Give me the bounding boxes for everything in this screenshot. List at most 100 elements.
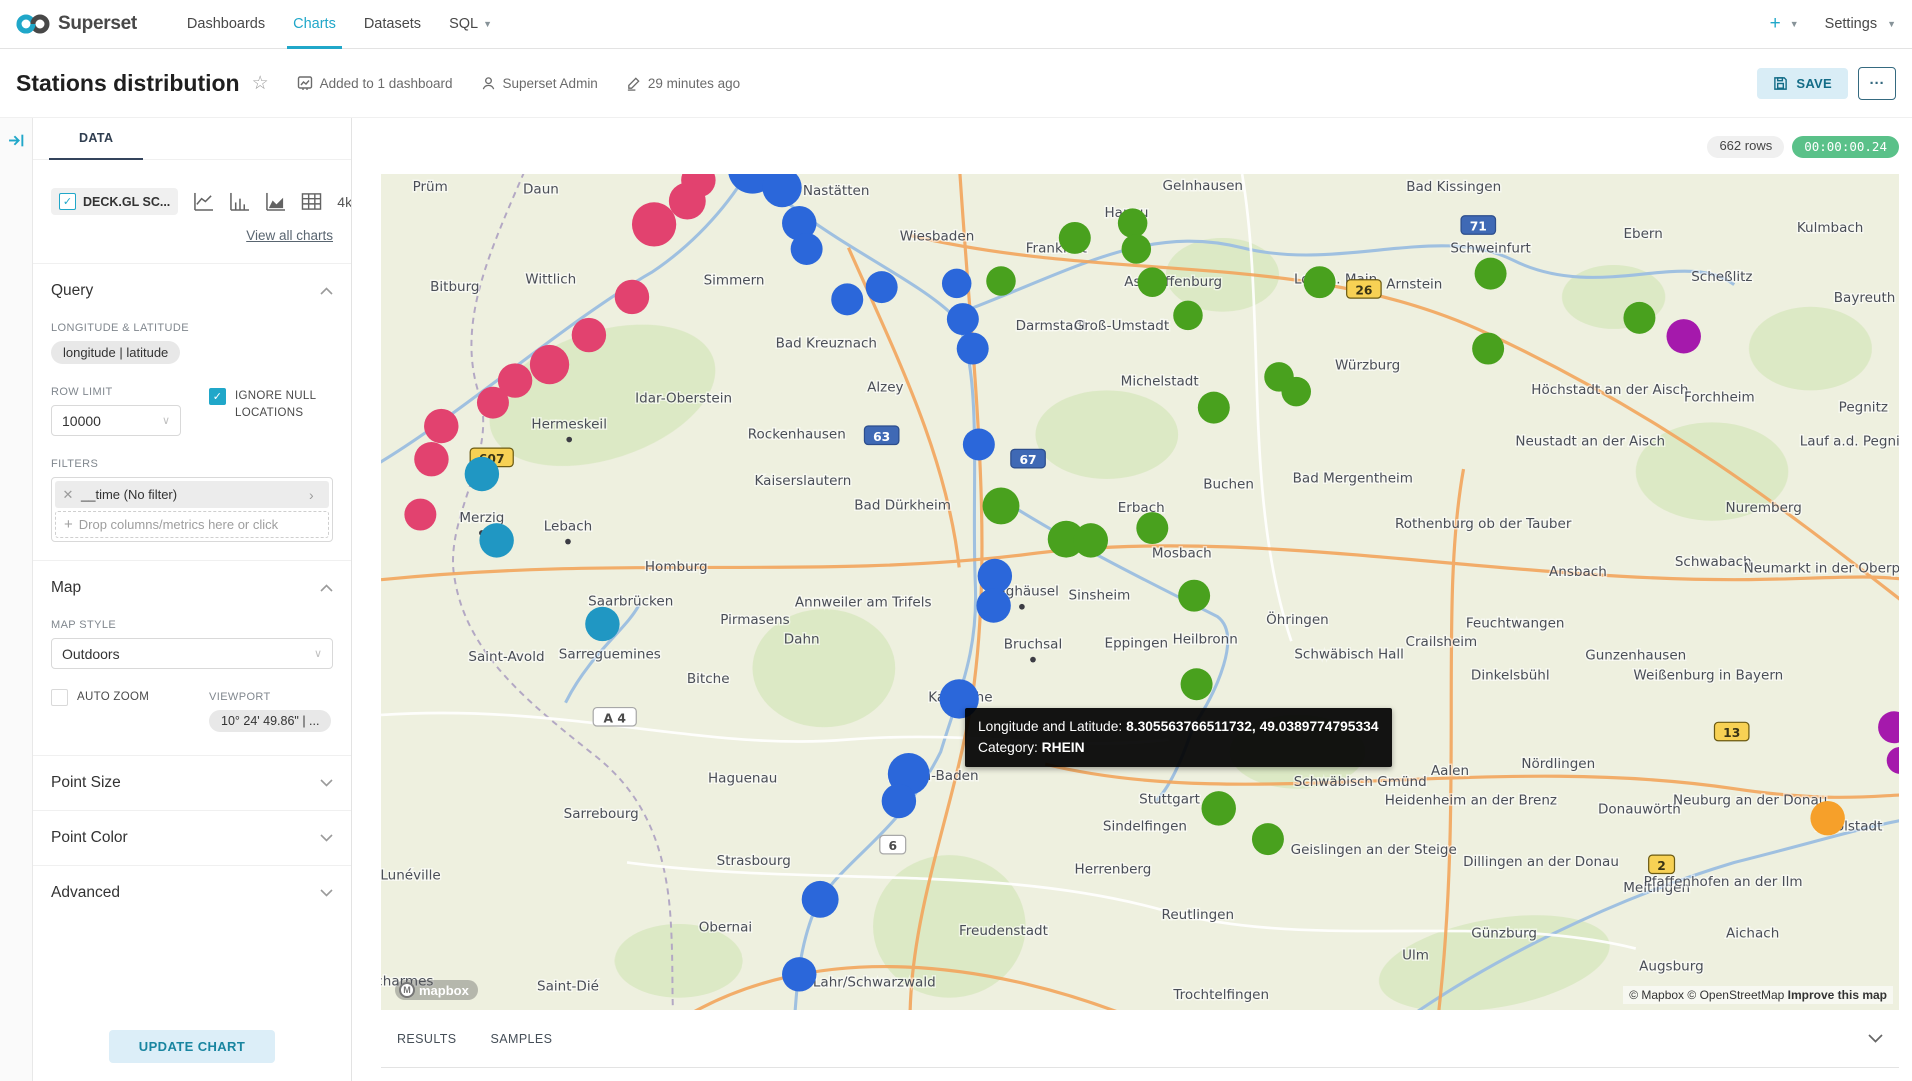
collapse-results-icon[interactable] [1868,1034,1883,1043]
nav-datasets[interactable]: Datasets [350,0,435,48]
svg-text:Aichach: Aichach [1726,925,1779,941]
scatter-point-rhein[interactable] [866,271,898,303]
tab-results[interactable]: RESULTS [397,1032,457,1046]
mapbox-logo[interactable]: M mapbox [395,980,478,1000]
scatter-point-main-neckar[interactable] [1118,208,1148,238]
owner[interactable]: Superset Admin [481,76,598,91]
auto-zoom-checkbox[interactable] [51,689,68,706]
scatter-point-rhein[interactable] [762,174,801,207]
scatter-point-mosel[interactable] [477,387,509,419]
ignore-null-checkbox-row[interactable]: ✓ IGNORE NULL LOCATIONS [209,388,333,423]
section-map[interactable]: Map [51,579,333,597]
scatter-point-rhein[interactable] [947,303,979,335]
scatter-point-main-neckar[interactable] [1178,580,1210,612]
superset-brand[interactable]: Superset [16,0,137,48]
svg-text:Mosbach: Mosbach [1152,546,1212,562]
nav-dashboards[interactable]: Dashboards [173,0,279,48]
update-chart-button[interactable]: UPDATE CHART [109,1030,275,1063]
scatter-point-mosel[interactable] [404,499,436,531]
expand-panel-icon[interactable] [8,132,25,149]
section-query[interactable]: Query [51,282,333,300]
nav-charts[interactable]: Charts [279,0,350,48]
scatter-point-regnitz[interactable] [1878,711,1899,743]
tab-samples[interactable]: SAMPLES [491,1032,553,1046]
filter-chip-time[interactable]: ✕ __time (No filter) › [55,481,329,508]
line-chart-icon[interactable] [193,192,214,211]
favorite-star-icon[interactable]: ☆ [252,72,269,95]
scatter-point-rhein[interactable] [802,881,839,918]
remove-filter-icon[interactable]: ✕ [55,487,81,503]
scatter-point-main-neckar[interactable] [1252,823,1284,855]
scatter-point-mosel[interactable] [572,318,606,352]
scatter-point-rhein[interactable] [976,588,1010,622]
scatter-point-main-neckar[interactable] [1472,333,1504,365]
scatter-point-mosel[interactable] [615,280,649,314]
area-chart-icon[interactable] [265,192,286,211]
scatter-point-main-neckar[interactable] [1173,301,1203,331]
scatter-point-main-neckar[interactable] [1202,791,1236,825]
deckgl-scatter-map[interactable]: PrümDaunNastättenGelnhausenBad Kissingen… [381,174,1899,1010]
auto-zoom-checkbox-row[interactable]: AUTO ZOOM [51,689,181,706]
svg-text:Ansbach: Ansbach [1549,564,1607,580]
scatter-point-rhein[interactable] [942,269,972,299]
scatter-point-main-neckar[interactable] [1074,523,1108,557]
scatter-point-rhein[interactable] [957,333,989,365]
scatter-point-rhein[interactable] [978,559,1012,593]
lonlat-value-pill[interactable]: longitude | latitude [51,341,180,364]
scatter-point-main-neckar[interactable] [1198,392,1230,424]
attrib-osm[interactable]: © OpenStreetMap [1687,988,1784,1002]
scatter-point-main-neckar[interactable] [1138,267,1168,297]
scatter-point-mosel[interactable] [632,202,676,246]
bar-chart-icon[interactable] [229,192,250,211]
section-point-size[interactable]: Point Size [51,774,333,792]
caret-down-icon: ▼ [1887,19,1896,29]
scatter-point-mosel[interactable] [530,345,569,384]
scatter-point-saar[interactable] [585,607,619,641]
table-icon[interactable] [301,192,322,211]
viz-type-selected[interactable]: ✓ DECK.GL SC... [51,188,178,215]
improve-map-link[interactable]: Improve this map [1788,988,1887,1002]
settings-menu[interactable]: Settings▼ [1825,16,1896,32]
scatter-point-rhein[interactable] [882,784,916,818]
scatter-point-main-neckar[interactable] [1181,668,1213,700]
scatter-point-main-neckar[interactable] [1281,377,1311,407]
svg-text:Heidenheim an der Brenz: Heidenheim an der Brenz [1385,793,1557,809]
scatter-point-mosel[interactable] [669,183,706,220]
scatter-point-main-neckar[interactable] [1475,258,1507,290]
section-advanced[interactable]: Advanced [51,884,333,902]
scatter-point-regnitz[interactable] [1667,319,1701,353]
viewport-value-pill[interactable]: 10° 24' 49.86" | ... [209,710,331,732]
viz-4k-option[interactable]: 4k [337,194,351,210]
more-actions-button[interactable]: ··· [1858,67,1896,100]
drop-columns-zone[interactable]: + Drop columns/metrics here or click [55,511,329,538]
scatter-point-main-neckar[interactable] [1304,266,1336,298]
scatter-point-donau[interactable] [1810,801,1844,835]
scatter-point-main-neckar[interactable] [1122,234,1152,264]
tab-data[interactable]: DATA [49,118,143,160]
scatter-point-mosel[interactable] [424,409,458,443]
added-to-dashboard[interactable]: Added to 1 dashboard [297,75,453,91]
scatter-point-main-neckar[interactable] [1623,302,1655,334]
scatter-point-saar[interactable] [465,457,499,491]
section-point-color[interactable]: Point Color [51,829,333,847]
nav-sql[interactable]: SQL▼ [435,0,506,48]
scatter-point-rhein[interactable] [963,428,995,460]
map-style-select[interactable]: Outdoors ∨ [51,638,333,669]
scatter-point-main-neckar[interactable] [1059,222,1091,254]
ignore-null-checkbox[interactable]: ✓ [209,388,226,405]
view-all-charts-link[interactable]: View all charts [246,228,333,243]
scatter-point-regnitz[interactable] [1887,747,1899,774]
row-limit-select[interactable]: 10000 ∨ [51,405,181,436]
last-modified[interactable]: 29 minutes ago [626,76,740,91]
scatter-point-mosel[interactable] [414,442,448,476]
save-button[interactable]: SAVE [1757,68,1848,99]
scatter-point-rhein[interactable] [791,233,823,265]
scatter-point-rhein[interactable] [831,283,863,315]
scatter-point-main-neckar[interactable] [1136,512,1168,544]
scatter-point-rhein[interactable] [782,957,816,991]
attrib-mapbox[interactable]: © Mapbox [1629,988,1684,1002]
scatter-point-saar[interactable] [479,523,513,557]
scatter-point-main-neckar[interactable] [983,488,1020,525]
new-item-button[interactable]: +▼ [1770,13,1799,35]
scatter-point-main-neckar[interactable] [986,266,1016,296]
